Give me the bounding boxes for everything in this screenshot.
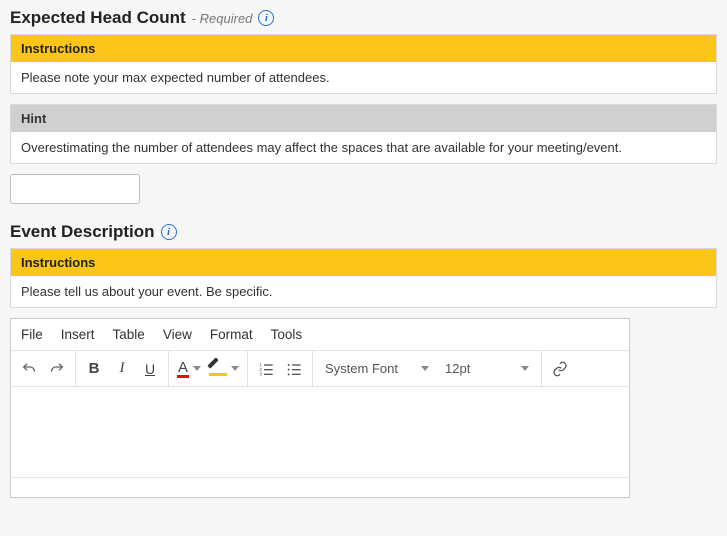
undo-button[interactable] [15, 355, 43, 383]
svg-text:3: 3 [259, 371, 262, 376]
font-size-select[interactable]: 12pt [437, 355, 537, 383]
bold-button[interactable]: B [80, 355, 108, 383]
instructions-header: Instructions [11, 35, 716, 62]
redo-button[interactable] [43, 355, 71, 383]
italic-button[interactable]: I [108, 355, 136, 383]
hint-header: Hint [11, 105, 716, 132]
headcount-input[interactable] [10, 174, 140, 204]
rich-text-editor: File Insert Table View Format Tools B [10, 318, 630, 498]
ordered-list-button[interactable]: 123 [252, 355, 280, 383]
editor-content[interactable] [11, 387, 629, 477]
menu-file[interactable]: File [21, 327, 43, 342]
headcount-section: Expected Head Count - Required i Instruc… [10, 8, 717, 204]
undo-icon [21, 361, 37, 377]
chevron-down-icon [231, 366, 239, 371]
editor-statusbar [11, 477, 629, 497]
highlight-icon [209, 363, 227, 374]
menu-view[interactable]: View [163, 327, 192, 342]
description-header: Event Description i [10, 222, 717, 242]
description-title: Event Description [10, 222, 155, 242]
text-color-icon: A [177, 360, 189, 378]
chevron-down-icon [421, 366, 429, 371]
unordered-list-button[interactable] [280, 355, 308, 383]
redo-icon [49, 361, 65, 377]
chevron-down-icon [521, 366, 529, 371]
info-icon[interactable]: i [258, 10, 274, 26]
editor-menubar: File Insert Table View Format Tools [11, 319, 629, 351]
headcount-header: Expected Head Count - Required i [10, 8, 717, 28]
link-icon [552, 361, 568, 377]
instructions-body: Please note your max expected number of … [11, 62, 716, 93]
highlight-color-button[interactable] [205, 355, 243, 383]
info-icon[interactable]: i [161, 224, 177, 240]
description-instructions-panel: Instructions Please tell us about your e… [10, 248, 717, 308]
menu-table[interactable]: Table [113, 327, 145, 342]
link-button[interactable] [546, 355, 574, 383]
unordered-list-icon [286, 361, 302, 377]
menu-tools[interactable]: Tools [271, 327, 303, 342]
menu-format[interactable]: Format [210, 327, 253, 342]
hint-body: Overestimating the number of attendees m… [11, 132, 716, 163]
instructions-header: Instructions [11, 249, 716, 276]
headcount-required: - Required [192, 11, 253, 26]
ordered-list-icon: 123 [258, 361, 274, 377]
text-color-button[interactable]: A [173, 355, 205, 383]
headcount-hint-panel: Hint Overestimating the number of attend… [10, 104, 717, 164]
chevron-down-icon [193, 366, 201, 371]
headcount-title: Expected Head Count [10, 8, 186, 28]
font-size-label: 12pt [445, 361, 470, 376]
font-family-select[interactable]: System Font [317, 355, 437, 383]
instructions-body: Please tell us about your event. Be spec… [11, 276, 716, 307]
menu-insert[interactable]: Insert [61, 327, 95, 342]
font-family-label: System Font [325, 361, 398, 376]
editor-toolbar: B I U A 123 [11, 351, 629, 387]
description-section: Event Description i Instructions Please … [10, 222, 717, 498]
underline-button[interactable]: U [136, 355, 164, 383]
headcount-instructions-panel: Instructions Please note your max expect… [10, 34, 717, 94]
